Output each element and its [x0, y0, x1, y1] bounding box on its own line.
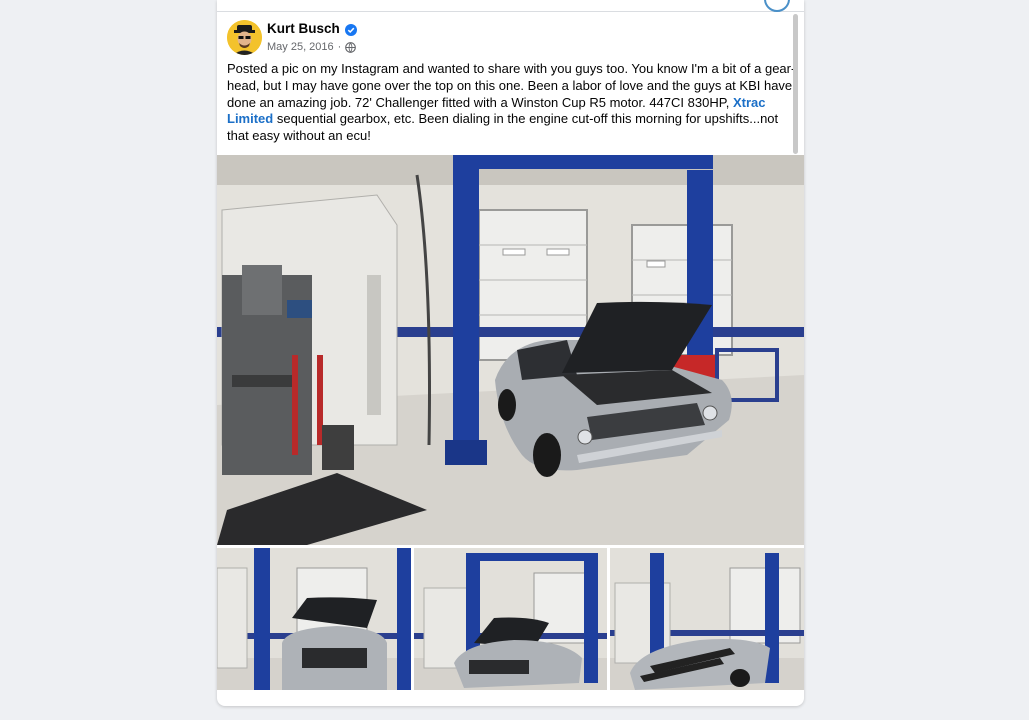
post-text: Posted a pic on my Instagram and wanted …: [227, 61, 797, 145]
post-date[interactable]: May 25, 2016: [267, 41, 334, 53]
author-avatar[interactable]: [227, 20, 262, 55]
scrollbar[interactable]: [793, 14, 798, 154]
author-name[interactable]: Kurt Busch: [267, 21, 340, 36]
post-text-end: sequential gearbox, etc. Been dialing in…: [227, 111, 779, 144]
thumbnail-3[interactable]: [610, 548, 804, 690]
post-text-body: Posted a pic on my Instagram and wanted …: [227, 61, 796, 110]
photo-thumbnails: [217, 548, 804, 690]
previous-post-edge: [217, 0, 804, 12]
main-photo[interactable]: [217, 155, 804, 545]
post-header: Kurt Busch May 25, 2016 ·: [227, 20, 787, 60]
post-card: Kurt Busch May 25, 2016 · Posted a pic o…: [217, 0, 804, 706]
thumbnail-1[interactable]: [217, 548, 411, 690]
thumbnail-2[interactable]: [413, 548, 608, 690]
partial-profile-icon: [764, 0, 790, 12]
globe-icon[interactable]: [345, 41, 357, 53]
verified-badge-icon: [344, 23, 357, 36]
meta-separator: ·: [337, 41, 342, 53]
